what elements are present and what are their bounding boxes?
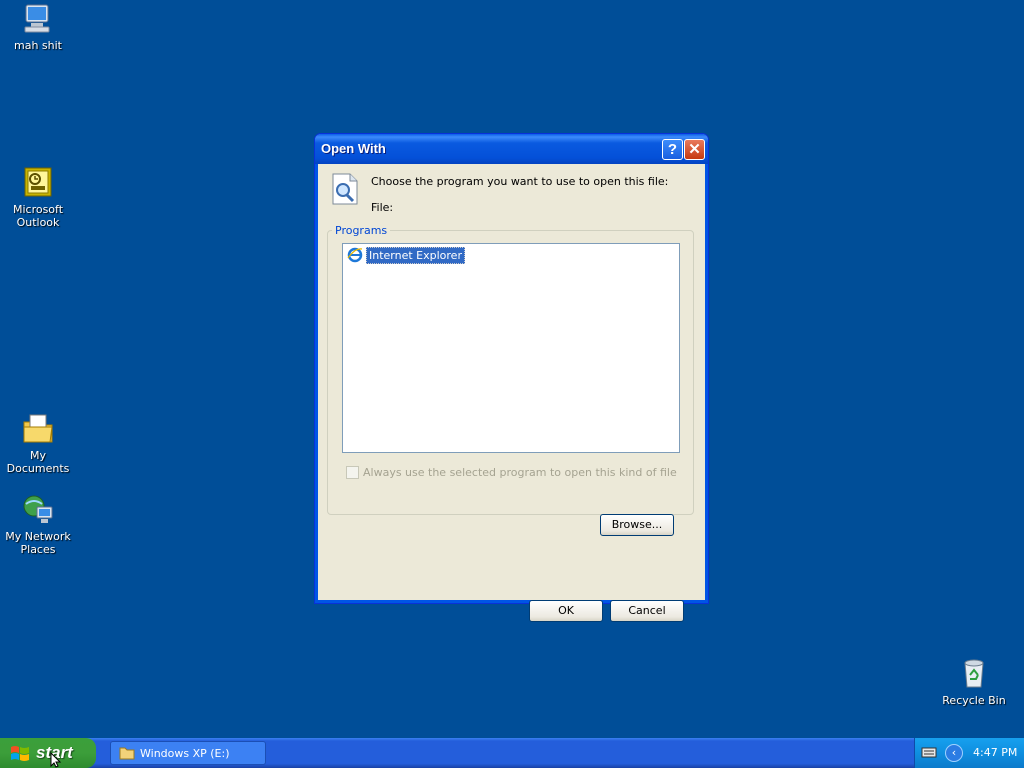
system-tray: ‹ 4:47 PM <box>914 738 1024 768</box>
programs-list[interactable]: Internet Explorer <box>342 243 680 453</box>
computer-icon <box>24 4 50 33</box>
ok-button[interactable]: OK <box>529 600 603 622</box>
keyboard-icon[interactable] <box>921 746 937 759</box>
browse-button[interactable]: Browse... <box>600 514 674 536</box>
dialog-title: Open With <box>321 141 386 156</box>
clock: 4:47 PM <box>973 746 1018 759</box>
always-use-checkbox[interactable] <box>346 466 359 479</box>
taskbar-item-label: Windows XP (E:) <box>140 746 230 760</box>
open-with-dialog: Open With ? ✕ Choose the program you wan… <box>314 133 709 622</box>
programs-group-label: Programs <box>332 224 391 237</box>
desktop-icon-label: My Network Places <box>5 530 71 556</box>
mouse-cursor-icon <box>50 752 62 768</box>
desktop-icon-label: Microsoft Outlook <box>12 203 64 229</box>
file-label: File: <box>371 201 394 214</box>
internet-explorer-icon <box>347 247 363 263</box>
dialog-titlebar[interactable]: Open With ? ✕ <box>315 134 708 164</box>
network-globe-icon <box>23 495 53 523</box>
always-use-row: Always use the selected program to open … <box>346 466 677 479</box>
outlook-icon <box>24 167 52 197</box>
recycle-bin-icon <box>964 659 984 688</box>
always-use-label: Always use the selected program to open … <box>363 466 677 479</box>
help-button[interactable]: ? <box>662 139 683 160</box>
show-hidden-icons-icon[interactable]: ‹ <box>945 744 963 762</box>
desktop-icon-network-places[interactable]: My Network Places <box>0 493 76 556</box>
windows-flag-icon <box>11 746 29 761</box>
dialog-prompt: Choose the program you want to use to op… <box>371 175 669 188</box>
documents-folder-icon <box>23 414 53 443</box>
desktop-icon-label: mah shit <box>14 39 62 52</box>
document-search-icon <box>332 173 358 205</box>
close-button[interactable]: ✕ <box>684 139 705 160</box>
taskbar-item-windows-xp-drive[interactable]: Windows XP (E:) <box>110 741 266 765</box>
cancel-button[interactable]: Cancel <box>610 600 684 622</box>
programs-group: Programs Internet Explorer Always use th… <box>327 224 694 515</box>
desktop-icon-my-documents[interactable]: My Documents <box>0 412 76 475</box>
desktop-icon-my-computer[interactable]: mah shit <box>0 2 76 52</box>
dialog-body: Choose the program you want to use to op… <box>318 164 705 622</box>
desktop-icon-label: Recycle Bin <box>942 694 1006 707</box>
desktop-icon-label: My Documents <box>6 449 70 475</box>
taskbar: start Windows XP (E:) ‹ 4:47 PM <box>0 738 1024 768</box>
start-button[interactable]: start <box>0 738 96 768</box>
program-item-internet-explorer[interactable]: Internet Explorer <box>347 246 465 264</box>
folder-icon <box>119 747 135 760</box>
program-item-label: Internet Explorer <box>366 246 465 264</box>
desktop-icon-outlook[interactable]: Microsoft Outlook <box>0 166 76 229</box>
desktop-icon-recycle-bin[interactable]: Recycle Bin <box>936 657 1012 707</box>
